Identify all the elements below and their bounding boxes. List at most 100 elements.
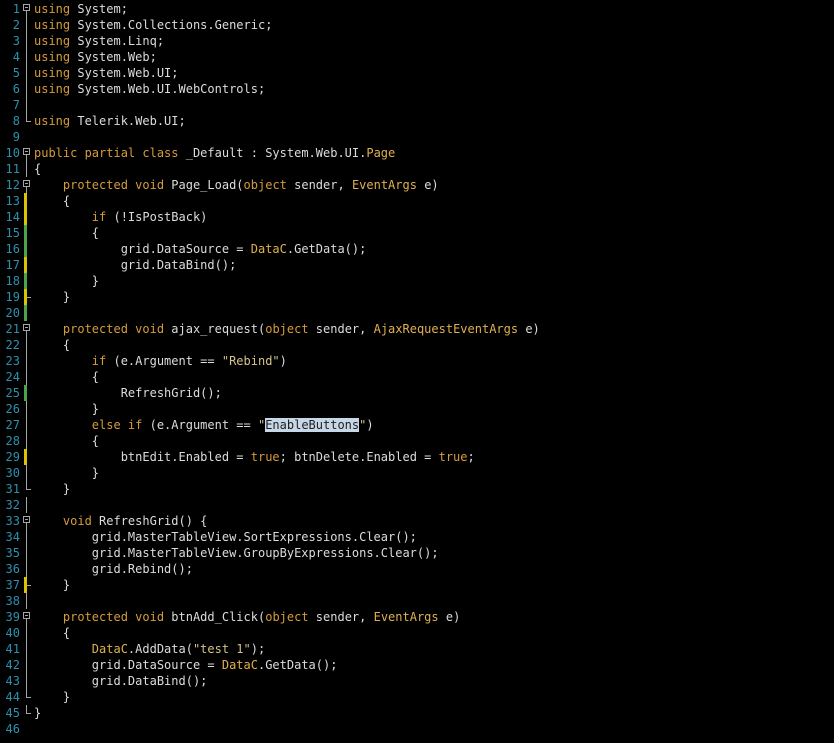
code-line[interactable]: 14 if (!IsPostBack) <box>0 209 834 225</box>
code-text[interactable]: public partial class _Default : System.W… <box>34 145 395 161</box>
code-text[interactable]: } <box>34 273 99 289</box>
code-text[interactable]: grid.MasterTableView.SortExpressions.Cle… <box>34 529 417 545</box>
code-line[interactable]: 15 { <box>0 225 834 241</box>
code-line[interactable]: 6 using System.Web.UI.WebControls; <box>0 81 834 97</box>
code-line[interactable]: 13 { <box>0 193 834 209</box>
code-text[interactable]: else if (e.Argument == "EnableButtons") <box>34 417 374 433</box>
code-text[interactable]: { <box>34 433 99 449</box>
code-text[interactable]: using System.Collections.Generic; <box>34 17 272 33</box>
code-line[interactable]: 44 } <box>0 689 834 705</box>
code-text[interactable]: grid.MasterTableView.GroupByExpressions.… <box>34 545 439 561</box>
code-text[interactable]: using System.Linq; <box>34 33 164 49</box>
collapse-toggle-icon[interactable] <box>22 321 32 337</box>
code-line[interactable]: 31 } <box>0 481 834 497</box>
code-line[interactable]: 22 { <box>0 337 834 353</box>
code-line[interactable]: 4 using System.Web; <box>0 49 834 65</box>
code-text[interactable]: using Telerik.Web.UI; <box>34 113 186 129</box>
code-line[interactable]: 36 grid.Rebind(); <box>0 561 834 577</box>
code-text[interactable]: grid.DataBind(); <box>34 673 208 689</box>
code-text[interactable]: grid.DataSource = DataC.GetData(); <box>34 241 367 257</box>
code-text[interactable]: protected void Page_Load(object sender, … <box>34 177 439 193</box>
code-text[interactable]: using System; <box>34 1 128 17</box>
code-text[interactable]: if (e.Argument == "Rebind") <box>34 353 287 369</box>
code-token: System.Web.UI; <box>70 66 179 80</box>
code-line[interactable]: 19 } <box>0 289 834 305</box>
code-text[interactable]: } <box>34 465 99 481</box>
code-line[interactable]: 37 } <box>0 577 834 593</box>
code-text[interactable]: } <box>34 705 41 721</box>
code-line[interactable]: 21 protected void ajax_request(object se… <box>0 321 834 337</box>
code-token: using <box>34 50 71 64</box>
code-text[interactable]: { <box>34 337 70 353</box>
code-text[interactable]: if (!IsPostBack) <box>34 209 208 225</box>
code-line[interactable]: 5 using System.Web.UI; <box>0 65 834 81</box>
code-line[interactable]: 38 <box>0 593 834 609</box>
code-text[interactable]: using System.Web.UI; <box>34 65 179 81</box>
code-line[interactable]: 24 { <box>0 369 834 385</box>
code-text[interactable]: protected void ajax_request(object sende… <box>34 321 540 337</box>
code-line[interactable]: 3 using System.Linq; <box>0 33 834 49</box>
collapse-toggle-icon[interactable] <box>22 609 32 625</box>
code-line[interactable]: 45} <box>0 705 834 721</box>
code-text[interactable]: btnEdit.Enabled = true; btnDelete.Enable… <box>34 449 475 465</box>
code-text[interactable]: using System.Web; <box>34 49 157 65</box>
code-line[interactable]: 33 void RefreshGrid() { <box>0 513 834 529</box>
code-line[interactable]: 25 RefreshGrid(); <box>0 385 834 401</box>
code-line[interactable]: 23 if (e.Argument == "Rebind") <box>0 353 834 369</box>
collapse-toggle-icon[interactable] <box>22 145 32 161</box>
code-line[interactable]: 11 { <box>0 161 834 177</box>
code-text[interactable]: grid.DataSource = DataC.GetData(); <box>34 657 338 673</box>
code-line[interactable]: 10 public partial class _Default : System… <box>0 145 834 161</box>
code-line[interactable]: 18 } <box>0 273 834 289</box>
code-line[interactable]: 40 { <box>0 625 834 641</box>
line-number: 22 <box>5 338 20 352</box>
code-line[interactable]: 16 grid.DataSource = DataC.GetData(); <box>0 241 834 257</box>
code-text[interactable]: { <box>34 193 70 209</box>
code-line[interactable]: 26 } <box>0 401 834 417</box>
code-line[interactable]: 35 grid.MasterTableView.GroupByExpressio… <box>0 545 834 561</box>
code-line[interactable]: 20 <box>0 305 834 321</box>
code-text[interactable]: } <box>34 289 70 305</box>
code-text[interactable]: grid.Rebind(); <box>34 561 193 577</box>
collapse-toggle-icon[interactable] <box>22 513 32 529</box>
code-line[interactable]: 1 using System; <box>0 1 834 17</box>
code-text[interactable]: } <box>34 401 99 417</box>
code-line[interactable]: 12 protected void Page_Load(object sende… <box>0 177 834 193</box>
code-line[interactable]: 29 btnEdit.Enabled = true; btnDelete.Ena… <box>0 449 834 465</box>
code-line[interactable]: 42 grid.DataSource = DataC.GetData(); <box>0 657 834 673</box>
code-text[interactable]: } <box>34 481 70 497</box>
code-line[interactable]: 46 <box>0 721 834 737</box>
fold-guide-line <box>22 65 32 81</box>
code-text[interactable]: { <box>34 225 99 241</box>
code-text[interactable]: { <box>34 161 41 177</box>
code-line[interactable]: 17 grid.DataBind(); <box>0 257 834 273</box>
code-text[interactable]: DataC.AddData("test 1"); <box>34 641 265 657</box>
collapse-toggle-icon[interactable] <box>22 177 32 193</box>
collapse-toggle-icon[interactable] <box>22 1 32 17</box>
code-line[interactable]: 27 else if (e.Argument == "EnableButtons… <box>0 417 834 433</box>
code-text[interactable]: { <box>34 369 99 385</box>
code-text[interactable]: } <box>34 577 70 593</box>
code-text[interactable]: RefreshGrid(); <box>34 385 222 401</box>
code-line[interactable]: 39 protected void btnAdd_Click(object se… <box>0 609 834 625</box>
code-line[interactable]: 34 grid.MasterTableView.SortExpressions.… <box>0 529 834 545</box>
line-number: 2 <box>12 18 20 32</box>
code-line[interactable]: 43 grid.DataBind(); <box>0 673 834 689</box>
code-text[interactable]: void RefreshGrid() { <box>34 513 208 529</box>
code-line[interactable]: 28 { <box>0 433 834 449</box>
code-text[interactable]: } <box>34 689 70 705</box>
line-number: 13 <box>5 194 20 208</box>
code-line[interactable]: 41 DataC.AddData("test 1"); <box>0 641 834 657</box>
code-line[interactable]: 7 <box>0 97 834 113</box>
code-line[interactable]: 30 } <box>0 465 834 481</box>
code-token: using <box>34 66 71 80</box>
code-text[interactable]: protected void btnAdd_Click(object sende… <box>34 609 460 625</box>
code-text[interactable]: using System.Web.UI.WebControls; <box>34 81 265 97</box>
code-line[interactable]: 2 using System.Collections.Generic; <box>0 17 834 33</box>
code-line[interactable]: 32 <box>0 497 834 513</box>
code-line[interactable]: 9 <box>0 129 834 145</box>
code-text[interactable]: { <box>34 625 70 641</box>
code-text[interactable]: grid.DataBind(); <box>34 257 237 273</box>
code-editor[interactable]: 1 using System; 2 using System.Collections.… <box>0 1 834 743</box>
code-line[interactable]: 8 using Telerik.Web.UI; <box>0 113 834 129</box>
